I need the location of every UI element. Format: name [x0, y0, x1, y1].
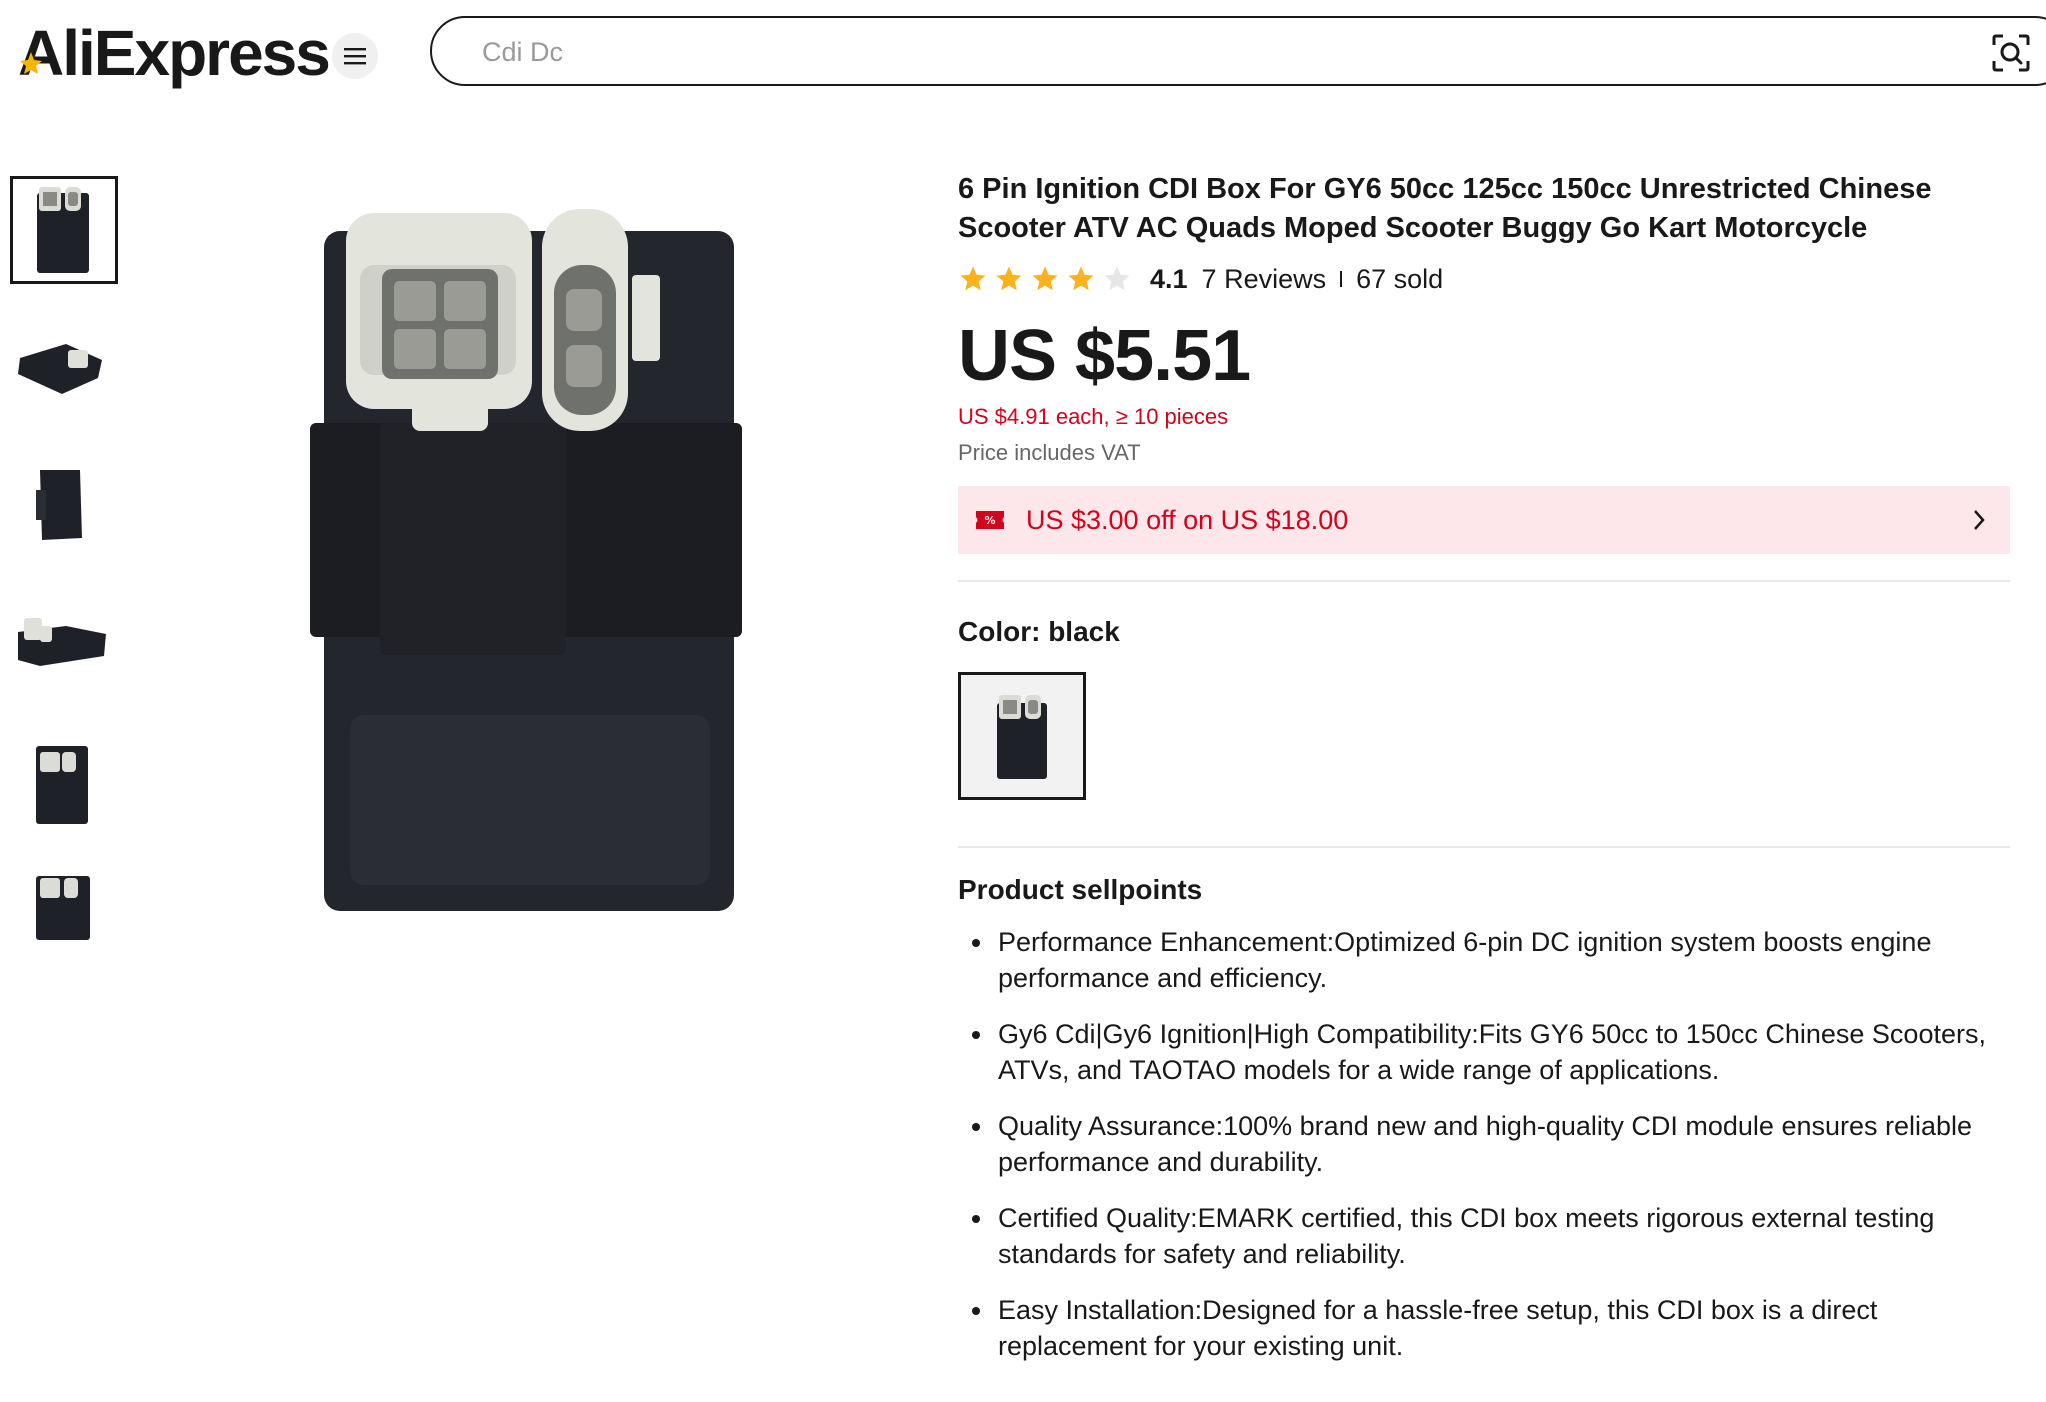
thumbnail-front-image — [37, 187, 89, 273]
coupon-banner[interactable]: % US $3.00 off on US $18.00 — [958, 486, 2010, 554]
sellpoint-item: Certified Quality:EMARK certified, this … — [958, 1200, 2012, 1272]
price: US $5.51 — [958, 316, 1251, 396]
thumbnail-angle-left[interactable] — [10, 314, 118, 422]
thumbnail-top[interactable] — [10, 866, 118, 974]
logo-text: AliExpress — [18, 17, 331, 89]
swatch-image — [997, 695, 1047, 779]
main-product-image[interactable] — [290, 195, 760, 935]
rating-value: 4.1 — [1150, 263, 1188, 294]
star-rating[interactable] — [958, 264, 1132, 294]
thumbnail-front-2-image — [36, 746, 88, 824]
coupon-text: US $3.00 off on US $18.00 — [1026, 504, 1349, 535]
color-label: Color: black — [958, 616, 1120, 647]
hamburger-menu-icon — [344, 48, 366, 65]
aliexpress-logo[interactable]: AliExpress — [18, 17, 331, 89]
section-divider — [958, 846, 2010, 848]
sellpoints-title: Product sellpoints — [958, 874, 1203, 905]
vat-note: Price includes VAT — [958, 440, 1141, 465]
menu-button[interactable] — [332, 33, 378, 79]
bulk-price: US $4.91 each, ≥ 10 pieces — [958, 404, 1229, 429]
coupon-icon: % — [976, 511, 1004, 529]
star-icon — [1032, 266, 1058, 291]
section-divider — [958, 580, 2010, 582]
star-icon — [1068, 266, 1094, 291]
thumbnail-front[interactable] — [10, 176, 118, 284]
image-search-icon — [1992, 34, 2030, 72]
thumbnail-connector-side[interactable] — [10, 590, 118, 698]
cdi-box-image — [310, 209, 742, 911]
sellpoint-item: Easy Installation:Designed for a hassle-… — [958, 1292, 2012, 1364]
thumbnail-top-image — [36, 876, 90, 940]
sellpoint-item: Quality Assurance:100% brand new and hig… — [958, 1108, 2012, 1180]
sellpoints-list: Performance Enhancement:Optimized 6-pin … — [958, 924, 2012, 1364]
star-empty-icon — [1104, 266, 1130, 291]
svg-text:%: % — [984, 514, 995, 527]
color-swatch-black[interactable] — [958, 672, 1086, 800]
search-bar — [430, 16, 2046, 86]
thumbnail-side-image — [36, 470, 82, 540]
sellpoint-item: Gy6 Cdi|Gy6 Ignition|High Compatibility:… — [958, 1016, 2012, 1088]
thumbnail-connector-side-image — [18, 618, 106, 666]
product-title: 6 Pin Ignition CDI Box For GY6 50cc 125c… — [958, 173, 1932, 244]
reviews-link[interactable]: 7 Reviews — [1202, 264, 1327, 295]
divider — [1340, 271, 1343, 287]
sellpoint-item: Performance Enhancement:Optimized 6-pin … — [958, 924, 2012, 996]
logo-star-icon — [20, 52, 42, 74]
image-search-button[interactable] — [1990, 32, 2032, 74]
star-icon — [996, 266, 1022, 291]
thumbnail-angle-left-image — [18, 344, 102, 394]
chevron-right-icon — [1974, 510, 1985, 530]
thumbnail-side[interactable] — [10, 452, 118, 560]
sold-count: 67 sold — [1356, 263, 1444, 294]
product-info: 6 Pin Ignition CDI Box For GY6 50cc 125c… — [958, 170, 2012, 1384]
header: AliExpress — [0, 0, 2046, 110]
rating-row: 4.1 7 Reviews 67 sold — [958, 262, 2012, 296]
thumbnail-front-2[interactable] — [10, 728, 118, 836]
search-input[interactable] — [480, 32, 1884, 72]
star-icon — [960, 266, 986, 291]
